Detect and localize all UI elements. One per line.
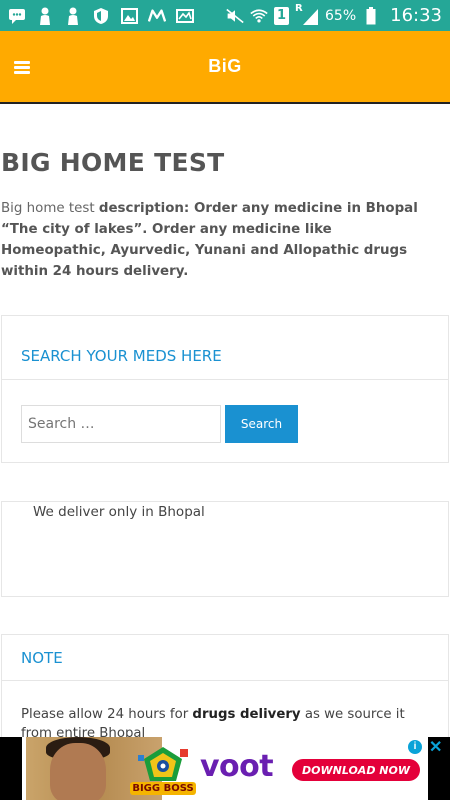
note-text-pre: Please allow 24 hours for [21, 707, 193, 722]
page-description: Big home test description: Order any med… [1, 198, 433, 282]
app-header: BiG [0, 31, 450, 104]
search-widget: SEARCH YOUR MEDS HERE Search [1, 315, 449, 463]
search-button[interactable]: Search [225, 405, 298, 443]
app-title: BiG [208, 56, 242, 76]
ad-banner[interactable]: BIGG BOSS voot DOWNLOAD NOW i ✕ [0, 737, 450, 800]
note-text-bold: drugs delivery [192, 707, 301, 722]
note-widget-title: NOTE [2, 635, 448, 681]
search-widget-title: SEARCH YOUR MEDS HERE [2, 316, 448, 380]
delivery-info-text: We deliver only in Bhopal [33, 504, 205, 520]
sim-slot-badge: 1 [274, 6, 289, 25]
hamburger-menu-icon[interactable] [14, 61, 30, 75]
image-icon [120, 7, 138, 25]
ad-info-icon[interactable]: i [408, 740, 422, 754]
ad-brand: voot [200, 749, 274, 784]
signal-icon: R [295, 3, 319, 25]
m-logo-icon [148, 7, 166, 25]
mute-icon [226, 7, 244, 25]
search-input[interactable] [21, 405, 221, 443]
close-icon[interactable]: ✕ [429, 737, 442, 757]
clock: 16:33 [390, 5, 442, 26]
note-text: Please allow 24 hours for drugs delivery… [2, 681, 448, 743]
person-icon [64, 7, 82, 25]
download-now-button[interactable]: DOWNLOAD NOW [292, 759, 420, 781]
delivery-info-widget: We deliver only in Bhopal [1, 501, 449, 597]
description-lead: Big home test [1, 201, 99, 216]
page-title: BIG HOME TEST [1, 148, 225, 177]
show-logo-text: BIGG BOSS [130, 782, 196, 795]
ad-content[interactable]: BIGG BOSS voot DOWNLOAD NOW i ✕ [22, 737, 442, 800]
mail-image-icon [176, 7, 194, 25]
battery-icon [362, 6, 380, 25]
battery-percent: 65% [325, 7, 357, 24]
wifi-icon [250, 7, 268, 25]
show-logo: BIGG BOSS [130, 745, 196, 795]
roaming-label: R [295, 2, 303, 14]
status-bar: 1 R 65% 16:33 [0, 0, 450, 31]
message-icon [8, 7, 26, 25]
person-icon [36, 7, 54, 25]
shield-icon [92, 7, 110, 25]
